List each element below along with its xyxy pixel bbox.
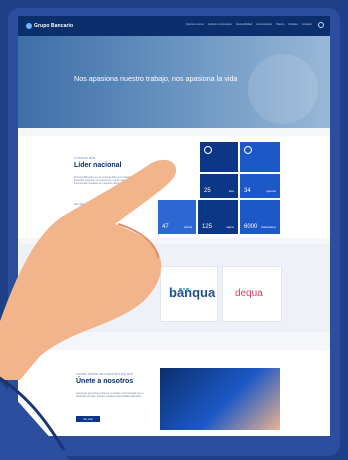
brands-text: Somos un grupo de empresas enfocadas en … <box>74 278 142 285</box>
stat-number: 6000 <box>244 224 258 230</box>
leader-section: CONOCE MÁS Líder nacional El Grupo Banca… <box>18 136 330 238</box>
logo[interactable]: Grupo Bancario <box>26 23 73 29</box>
hero-title: Nos apasiona nuestro trabajo, nos apasio… <box>74 74 238 83</box>
menu-item[interactable]: Quiénes somos <box>186 23 204 26</box>
stat-tile: 125 cajeros <box>198 200 238 234</box>
globe-icon <box>204 146 212 154</box>
stat-caption: años <box>228 190 234 193</box>
logo-icon <box>26 23 32 29</box>
stat-tile: 25 años <box>200 174 238 198</box>
hero-decoration <box>248 54 318 124</box>
stat-number: 47 <box>162 224 169 230</box>
join-title: Únete a nosotros <box>76 378 134 385</box>
hero-banner: Nos apasiona nuestro trabajo, nos apasio… <box>18 36 330 128</box>
stat-tile: 34 agencias <box>240 174 280 198</box>
stat-caption: colaboradores <box>260 226 276 229</box>
menu-item[interactable]: Talento <box>276 23 284 26</box>
menu-item[interactable]: Gobierno corporativo <box>208 23 232 26</box>
join-section: FORMA PARTE DE NUESTRO EQUIPO Únete a no… <box>18 350 330 436</box>
stat-tile <box>240 142 280 172</box>
search-icon[interactable] <box>318 22 324 28</box>
menu-item[interactable]: Inversionistas <box>256 23 272 26</box>
stat-tile: 47 oficinas <box>158 200 196 234</box>
join-eyebrow: FORMA PARTE DE NUESTRO EQUIPO <box>76 372 134 376</box>
menu-item[interactable]: Noticias <box>288 23 297 26</box>
stats-tiles: 25 años 34 agencias 47 oficinas 125 caje… <box>158 142 280 234</box>
stat-caption: cajeros <box>226 226 234 229</box>
top-navbar: Grupo Bancario Quiénes somos Gobierno co… <box>18 16 330 36</box>
nav-menu: Quiénes somos Gobierno corporativo Soste… <box>186 23 312 26</box>
leader-eyebrow: CONOCE MÁS <box>74 156 96 160</box>
pin-icon <box>244 146 252 154</box>
leader-text: El Grupo Bancario es una empresa líder e… <box>74 176 144 186</box>
dequa-logo: dequa <box>235 288 263 299</box>
brands-section: NUESTRAS MARCAS Somos un grupo de empres… <box>18 244 330 332</box>
leader-title: Líder nacional <box>74 162 122 169</box>
website-screen: Grupo Bancario Quiénes somos Gobierno co… <box>18 16 330 436</box>
banqua-logo-icon <box>179 277 199 290</box>
stat-number: 25 <box>204 188 211 194</box>
dequa-card[interactable]: dequa <box>222 266 282 322</box>
banqua-logo: banqua <box>169 285 216 300</box>
stat-caption: oficinas <box>183 226 192 229</box>
join-text: Queremos que formes parte de un equipo c… <box>76 392 144 399</box>
leader-link[interactable]: Ver más <box>74 202 84 206</box>
stat-tile <box>200 142 238 172</box>
brands-link[interactable]: Ver más <box>108 304 118 308</box>
logo-text: Grupo Bancario <box>34 23 74 29</box>
stat-caption: agencias <box>266 190 276 193</box>
banqua-card[interactable]: banqua <box>160 266 218 322</box>
puzzle-photo <box>160 368 280 430</box>
stat-number: 125 <box>202 224 213 230</box>
stat-number: 34 <box>244 188 251 194</box>
menu-item[interactable]: Contacto <box>302 23 312 26</box>
stat-tile: 6000 colaboradores <box>240 200 280 234</box>
brands-eyebrow: NUESTRAS MARCAS <box>74 270 106 274</box>
menu-item[interactable]: Sostenibilidad <box>236 23 252 26</box>
join-button[interactable]: Ver más <box>76 416 100 422</box>
